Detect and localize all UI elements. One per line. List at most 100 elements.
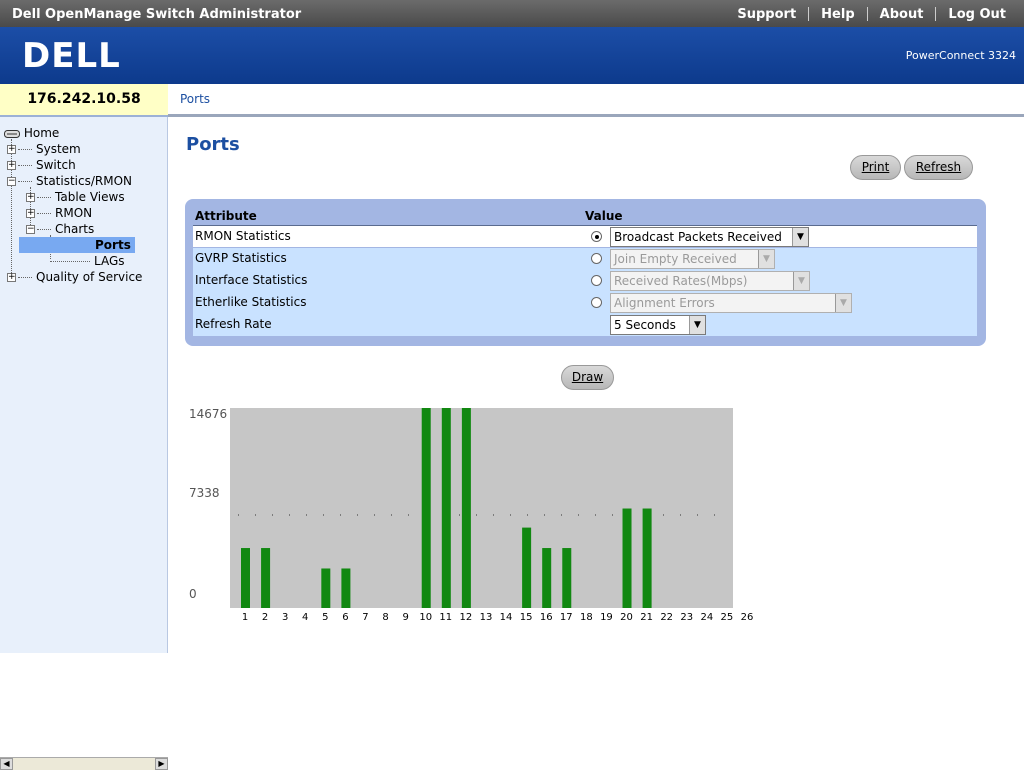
chart-bar [241, 548, 250, 608]
x-tick-label: 24 [700, 612, 713, 623]
sidebar-item-ports[interactable]: Ports [19, 237, 135, 253]
x-tick-label: 23 [680, 612, 693, 623]
x-tick-label: 4 [302, 612, 308, 623]
breadcrumb-ports[interactable]: Ports [180, 92, 210, 106]
about-link[interactable]: About [868, 7, 936, 22]
model-name: PowerConnect 3324 [905, 49, 1016, 62]
expand-icon[interactable]: + [7, 145, 16, 154]
sidebar-item-label: Quality of Service [36, 270, 143, 284]
chart-bar [341, 568, 351, 608]
collapse-icon[interactable]: − [26, 225, 35, 234]
table-row: RMON Statistics Broadcast Packets Receiv… [193, 225, 977, 247]
table-row: Etherlike Statistics Alignment Errors ▼ [193, 292, 977, 314]
sidebar-item-label: Charts [55, 222, 95, 236]
row-label: GVRP Statistics [195, 251, 287, 265]
x-tick-label: 7 [362, 612, 368, 623]
attribute-column-header: Attribute [195, 209, 257, 223]
chart-bar [261, 548, 271, 608]
sidebar-item-label: Home [23, 126, 60, 140]
draw-button[interactable]: Draw [561, 365, 614, 390]
dell-logo: DELL [22, 36, 121, 75]
chevron-down-icon: ▼ [689, 316, 705, 334]
brand-header: DELL PowerConnect 3324 [0, 27, 1024, 84]
interface-statistics-radio[interactable] [591, 275, 602, 286]
sidebar-item-lags[interactable]: LAGs [50, 253, 125, 269]
x-tick-label: 22 [660, 612, 673, 623]
chevron-down-icon: ▼ [835, 294, 851, 312]
sidebar-item-label: Switch [36, 158, 76, 172]
home-icon [4, 129, 20, 138]
help-link[interactable]: Help [809, 7, 866, 22]
logout-link[interactable]: Log Out [936, 7, 1018, 22]
x-tick-label: 11 [439, 612, 452, 623]
collapse-icon[interactable]: − [7, 177, 16, 186]
select-value: Join Empty Received [614, 252, 737, 266]
gvrp-statistics-select[interactable]: Join Empty Received ▼ [610, 249, 775, 269]
interface-statistics-select[interactable]: Received Rates(Mbps) ▼ [610, 271, 810, 291]
x-tick-label: 25 [721, 612, 734, 623]
x-tick-label: 14 [500, 612, 513, 623]
x-tick-label: 26 [741, 612, 754, 623]
sidebar-item-label: Ports [19, 237, 135, 253]
device-ip: 176.242.10.58 [0, 84, 168, 117]
x-tick-label: 13 [480, 612, 493, 623]
y-tick-label: 7338 [189, 486, 220, 500]
chart-bar [642, 508, 652, 608]
etherlike-statistics-select[interactable]: Alignment Errors ▼ [610, 293, 852, 313]
row-label: Etherlike Statistics [195, 295, 307, 309]
gvrp-statistics-radio[interactable] [591, 253, 602, 264]
x-tick-label: 12 [460, 612, 473, 623]
sidebar-item-quality-of-service[interactable]: + Quality of Service [7, 269, 142, 285]
rmon-statistics-select[interactable]: Broadcast Packets Received ▼ [610, 227, 809, 247]
table-row: GVRP Statistics Join Empty Received ▼ [193, 248, 977, 270]
select-value: 5 Seconds [614, 318, 676, 332]
top-bar: Dell OpenManage Switch Administrator Sup… [0, 0, 1024, 27]
etherlike-statistics-radio[interactable] [591, 297, 602, 308]
sidebar-item-home[interactable]: Home [4, 125, 59, 141]
sidebar-scrollbar[interactable]: ◀ ▶ [0, 757, 168, 770]
table-row: Refresh Rate 5 Seconds ▼ [193, 314, 977, 336]
chart-bar [441, 408, 451, 608]
chart-bar [461, 408, 471, 608]
print-button[interactable]: Print [850, 155, 901, 180]
scroll-left-icon[interactable]: ◀ [0, 758, 13, 770]
sidebar-item-system[interactable]: + System [7, 141, 81, 157]
sidebar-item-switch[interactable]: + Switch [7, 157, 76, 173]
row-label: Refresh Rate [195, 317, 272, 331]
sidebar-item-rmon[interactable]: + RMON [26, 205, 92, 221]
expand-icon[interactable]: + [7, 273, 16, 282]
x-tick-label: 20 [620, 612, 633, 623]
select-value: Received Rates(Mbps) [614, 274, 748, 288]
sidebar-item-statistics-rmon[interactable]: − Statistics/RMON [7, 173, 132, 189]
x-tick-label: 16 [540, 612, 553, 623]
select-value: Broadcast Packets Received [614, 230, 782, 244]
expand-icon[interactable]: + [26, 209, 35, 218]
x-tick-label: 5 [322, 612, 328, 623]
top-links: Support Help About Log Out [725, 7, 1018, 22]
sidebar-item-table-views[interactable]: + Table Views [26, 189, 125, 205]
value-column-header: Value [585, 209, 623, 223]
x-tick-label: 2 [262, 612, 268, 623]
plot-area [230, 408, 733, 608]
expand-icon[interactable]: + [26, 193, 35, 202]
refresh-rate-select[interactable]: 5 Seconds ▼ [610, 315, 706, 335]
support-link[interactable]: Support [725, 7, 808, 22]
expand-icon[interactable]: + [7, 161, 16, 170]
breadcrumb: Ports [168, 84, 1024, 117]
rmon-statistics-radio[interactable] [591, 231, 602, 242]
chart-bar [562, 548, 572, 608]
logo-text: DELL [22, 36, 121, 75]
sidebar-item-charts[interactable]: − Charts [26, 221, 94, 237]
x-tick-label: 10 [419, 612, 432, 623]
select-value: Alignment Errors [614, 296, 715, 310]
chevron-down-icon: ▼ [758, 250, 774, 268]
app-title: Dell OpenManage Switch Administrator [12, 7, 302, 22]
chevron-down-icon: ▼ [792, 228, 808, 246]
x-tick-label: 17 [560, 612, 573, 623]
y-tick-label: 0 [189, 587, 197, 601]
sidebar-item-label: System [36, 142, 81, 156]
scroll-right-icon[interactable]: ▶ [155, 758, 168, 770]
refresh-button[interactable]: Refresh [904, 155, 973, 180]
attribute-panel: Attribute Value RMON Statistics Broadcas… [185, 199, 986, 346]
chart-bar [421, 408, 431, 608]
